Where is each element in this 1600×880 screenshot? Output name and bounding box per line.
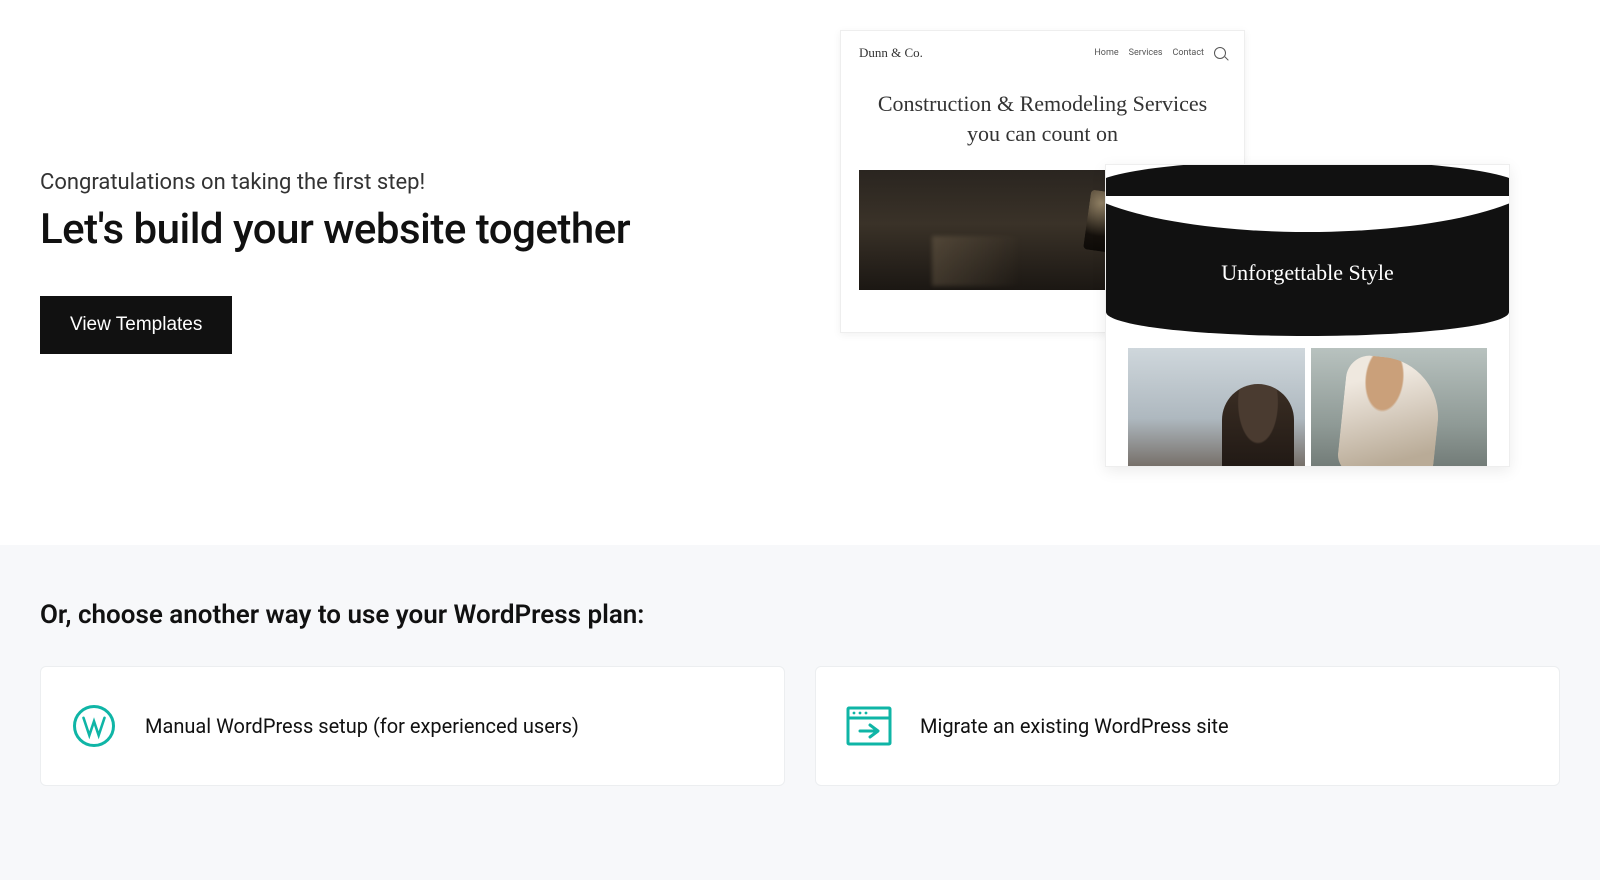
preview1-header: Dunn & Co. Home Services Contact <box>841 31 1244 71</box>
preview1-nav-contact: Contact <box>1173 48 1204 58</box>
hero-left: Congratulations on taking the first step… <box>40 0 800 545</box>
template-preview-posh: Posh Services Contact Unforgettable Styl… <box>1105 164 1510 467</box>
manual-setup-label: Manual WordPress setup (for experienced … <box>145 714 579 738</box>
preview2-image-right <box>1311 348 1488 467</box>
view-templates-button[interactable]: View Templates <box>40 296 232 354</box>
search-icon <box>1214 47 1226 59</box>
preview2-hero: Unforgettable Style <box>1106 196 1509 336</box>
alternate-options-heading: Or, choose another way to use your WordP… <box>40 600 1560 630</box>
migrate-icon <box>846 703 892 749</box>
migrate-site-card[interactable]: Migrate an existing WordPress site <box>815 666 1560 786</box>
preview1-brand: Dunn & Co. <box>859 45 923 61</box>
wordpress-icon <box>71 703 117 749</box>
option-cards: Manual WordPress setup (for experienced … <box>40 666 1560 786</box>
preview1-nav-home: Home <box>1094 48 1118 58</box>
preview1-nav-services: Services <box>1129 48 1163 58</box>
preview2-image-left <box>1128 348 1305 467</box>
hero-previews: Dunn & Co. Home Services Contact Constru… <box>800 0 1560 545</box>
hero-section: Congratulations on taking the first step… <box>0 0 1600 545</box>
hero-subheading: Congratulations on taking the first step… <box>40 170 800 195</box>
alternate-options-section: Or, choose another way to use your WordP… <box>0 545 1600 880</box>
preview2-images <box>1106 348 1509 467</box>
manual-setup-card[interactable]: Manual WordPress setup (for experienced … <box>40 666 785 786</box>
preview1-headline: Construction & Remodeling Services you c… <box>841 71 1244 170</box>
migrate-site-label: Migrate an existing WordPress site <box>920 714 1229 738</box>
preview2-headline: Unforgettable Style <box>1221 260 1394 286</box>
preview1-nav: Home Services Contact <box>1094 47 1226 59</box>
hero-heading: Let's build your website together <box>40 205 800 254</box>
